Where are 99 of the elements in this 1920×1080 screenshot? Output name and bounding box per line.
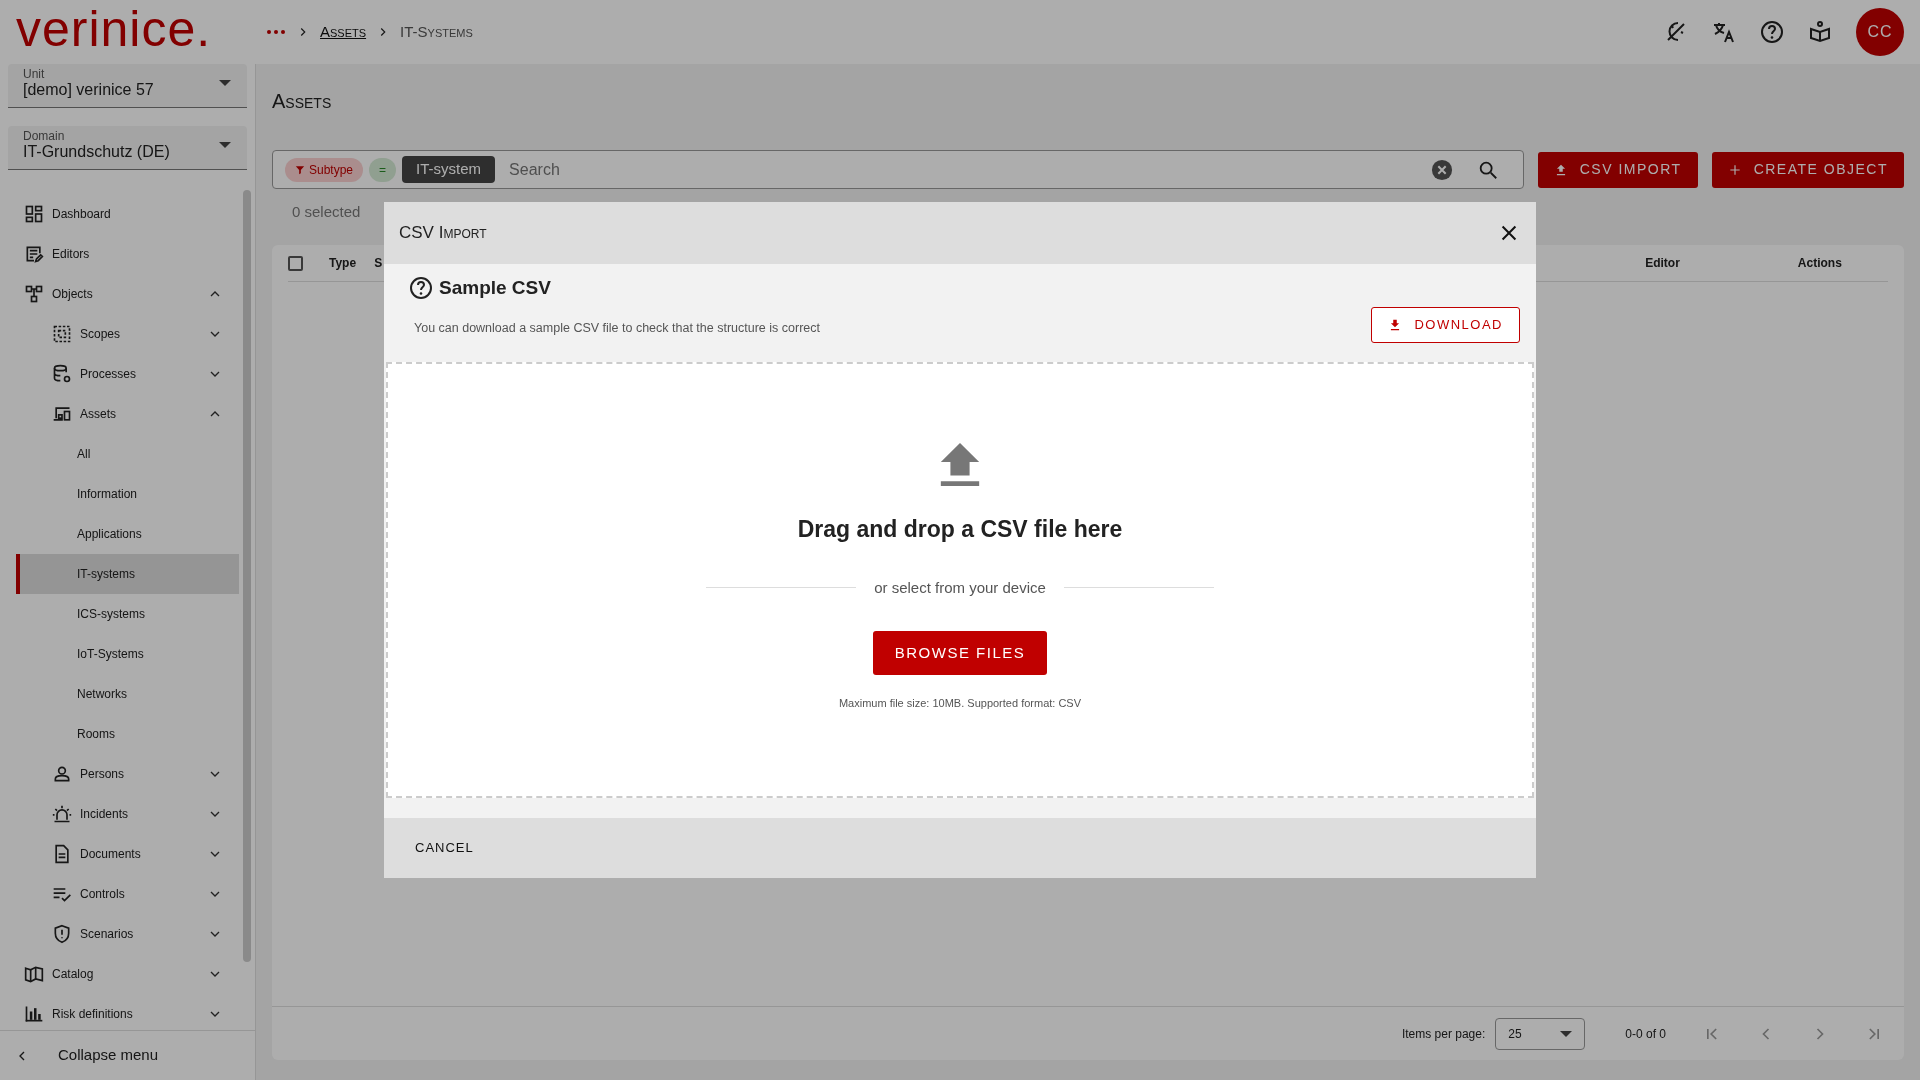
- select-field[interactable]: Unit [demo] verinice 57: [8, 64, 247, 108]
- nav-item[interactable]: Networks: [16, 674, 239, 714]
- nav-item[interactable]: Assets: [16, 394, 239, 434]
- cancel-button[interactable]: CANCEL: [409, 837, 480, 859]
- document-icon: [52, 844, 72, 864]
- hierarchy-icon: [24, 284, 44, 304]
- page-size-select[interactable]: 25: [1495, 1017, 1586, 1050]
- search-field[interactable]: Subtype = IT-system Search: [272, 150, 1524, 189]
- nav-label: Controls: [80, 886, 125, 903]
- nav-label: ICS-systems: [77, 606, 145, 623]
- nav-item[interactable]: Documents: [16, 834, 239, 874]
- field-value: [demo] verinice 57: [23, 81, 155, 99]
- nav-item[interactable]: Editors: [16, 234, 239, 274]
- person-icon: [52, 764, 72, 784]
- grid-icon: [24, 204, 44, 224]
- devices-icon: [52, 404, 72, 424]
- nav-item[interactable]: Persons: [16, 754, 239, 794]
- help-icon: [409, 276, 433, 301]
- dashed-frame-icon: [52, 324, 72, 344]
- selection-count: 0 selected: [292, 202, 361, 222]
- or-label: or select from your device: [874, 577, 1046, 598]
- nav-label: Scopes: [80, 326, 121, 343]
- dropdown-caret-icon: [219, 142, 231, 148]
- collapse-label: Collapse menu: [58, 1045, 159, 1066]
- field-label: Unit: [23, 68, 46, 82]
- dialog-title: CSV Import: [399, 222, 487, 245]
- drop-title: Drag and drop a CSV file here: [797, 515, 1123, 544]
- nav-item[interactable]: Incidents: [16, 794, 239, 834]
- nav-item[interactable]: IT-systems: [16, 554, 239, 594]
- translate-icon[interactable]: [1712, 20, 1736, 44]
- browse-files-button[interactable]: BROWSE FILES: [872, 631, 1048, 675]
- nav-item[interactable]: Controls: [16, 874, 239, 914]
- column-header: S: [374, 255, 383, 272]
- book-icon: [24, 964, 44, 984]
- nav-label: Risk definitions: [52, 1006, 133, 1023]
- avatar[interactable]: CC: [1856, 8, 1904, 56]
- nav-item[interactable]: Information: [16, 474, 239, 514]
- nav-label: Dashboard: [52, 206, 111, 223]
- nav-label: Assets: [80, 406, 116, 423]
- action-button[interactable]: CREATE OBJECT: [1711, 151, 1904, 188]
- nav-item[interactable]: Scopes: [16, 314, 239, 354]
- nav-label: Objects: [52, 286, 93, 303]
- siren-icon: [52, 804, 72, 824]
- document-edit-icon: [24, 244, 44, 264]
- plus-icon: [1727, 162, 1742, 177]
- download-button[interactable]: DOWNLOAD: [1371, 307, 1520, 343]
- page-size-value: 25: [1508, 1025, 1522, 1043]
- shield-alert-icon: [52, 924, 72, 944]
- dropdown-caret-icon: [1560, 1030, 1573, 1037]
- nav-label: Incidents: [80, 806, 129, 823]
- page-range: 0-0 of 0: [1625, 1025, 1666, 1043]
- nav-label: Information: [77, 486, 138, 503]
- items-per-page-label: Items per page:: [1401, 1025, 1486, 1043]
- nav-item[interactable]: Dashboard: [16, 194, 239, 234]
- filter-chip[interactable]: IT-system: [402, 156, 496, 183]
- nav-item[interactable]: Rooms: [16, 714, 239, 754]
- nav-item[interactable]: IoT-Systems: [16, 634, 239, 674]
- nav-label: IoT-Systems: [77, 646, 144, 663]
- nav-item[interactable]: All: [16, 434, 239, 474]
- nav-label: All: [77, 446, 91, 463]
- bar-chart-icon: [24, 1004, 44, 1024]
- nav-label: Editors: [52, 246, 90, 263]
- section-description: You can download a sample CSV file to check that the structure is correct: [414, 319, 820, 337]
- help-icon[interactable]: [1760, 20, 1784, 44]
- breadcrumb-link[interactable]: Assets: [320, 20, 367, 44]
- nav-label: Documents: [80, 846, 141, 863]
- breadcrumb-current: IT-Systems: [400, 21, 473, 42]
- field-label: Domain: [23, 130, 66, 144]
- nav-item[interactable]: Risk definitions: [16, 994, 239, 1030]
- filter-icon: [295, 165, 305, 176]
- file-hint: Maximum file size: 10MB. Supported format: CSV: [838, 696, 1082, 711]
- column-header: Editor: [1645, 255, 1680, 272]
- column-header: Actions: [1797, 255, 1842, 272]
- logo: verinice.: [16, 4, 213, 54]
- section-title: Sample CSV: [439, 276, 551, 300]
- filter-chip[interactable]: Subtype: [285, 157, 364, 182]
- nav-label: Networks: [77, 686, 127, 703]
- book-person-icon[interactable]: [1808, 20, 1832, 44]
- dropdown-caret-icon: [219, 80, 231, 86]
- nav-item[interactable]: Catalog: [16, 954, 239, 994]
- clear-icon[interactable]: [1430, 158, 1453, 181]
- nav-item[interactable]: Applications: [16, 514, 239, 554]
- page-title: Assets: [272, 89, 333, 114]
- action-button[interactable]: CSV IMPORT: [1537, 151, 1698, 188]
- select-all-checkbox[interactable]: [288, 255, 303, 271]
- nav-label: Rooms: [77, 726, 115, 743]
- nav-label: Persons: [80, 766, 125, 783]
- nav-label: Scenarios: [80, 926, 134, 943]
- nav-item[interactable]: ICS-systems: [16, 594, 239, 634]
- column-header: Type: [329, 255, 357, 272]
- nav-label: IT-systems: [77, 566, 135, 583]
- select-field[interactable]: Domain IT-Grundschutz (DE): [8, 126, 247, 170]
- field-value: IT-Grundschutz (DE): [23, 143, 171, 161]
- nav-label: Processes: [80, 366, 137, 383]
- nav-item[interactable]: Processes: [16, 354, 239, 394]
- nav-item[interactable]: Objects: [16, 274, 239, 314]
- nav-label: Catalog: [52, 966, 94, 983]
- nav-label: Applications: [77, 526, 142, 543]
- nav-item[interactable]: Scenarios: [16, 914, 239, 954]
